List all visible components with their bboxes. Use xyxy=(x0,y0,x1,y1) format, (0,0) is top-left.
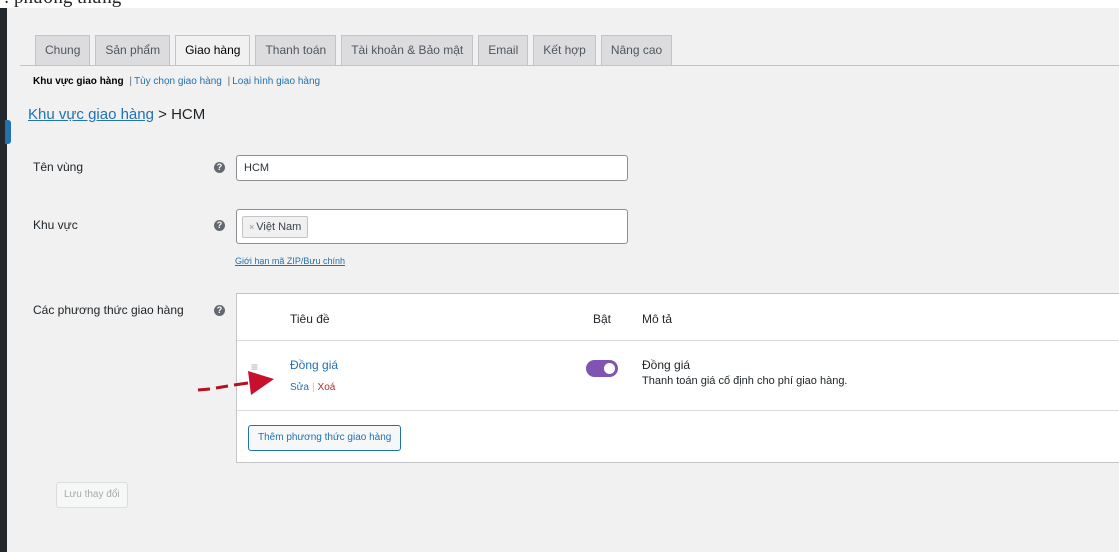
subnav-shipping-classes[interactable]: Loại hình giao hàng xyxy=(232,76,320,87)
header-fragment-text: : phương thưng xyxy=(4,0,121,8)
subnav-shipping-zones[interactable]: Khu vực giao hàng xyxy=(33,76,124,87)
tab-integration[interactable]: Kết hợp xyxy=(533,35,596,65)
breadcrumb-shipping-zones-link[interactable]: Khu vực giao hàng xyxy=(28,106,154,123)
tab-advanced[interactable]: Nâng cao xyxy=(600,35,673,65)
tab-shipping[interactable]: Giao hàng xyxy=(175,35,251,66)
chip-remove-icon[interactable]: × xyxy=(249,222,254,232)
table-row: ≡ Đồng giá Sửa | Xoá Đồng giá Thanh toán g… xyxy=(237,340,1119,411)
zone-region-select[interactable]: × Việt Nam xyxy=(236,209,628,244)
tab-general[interactable]: Chung xyxy=(35,35,91,65)
limit-zip-link[interactable]: Giới hạn mã ZIP/Bưu chính xyxy=(235,256,345,266)
tab-payments[interactable]: Thanh toán xyxy=(255,35,337,65)
zone-name-input[interactable]: HCM xyxy=(236,155,628,181)
subnav-separator: | xyxy=(129,76,132,87)
delete-link[interactable]: Xoá xyxy=(318,382,336,393)
subnav-shipping-options[interactable]: Tùy chọn giao hàng xyxy=(134,76,222,87)
help-icon[interactable]: ? xyxy=(214,220,225,231)
breadcrumb-current: > HCM xyxy=(153,106,206,123)
row-actions-separator: | xyxy=(311,382,315,393)
shipping-methods-label: Các phương thức giao hàng xyxy=(33,303,184,317)
header-fragment: : phương thưng xyxy=(0,0,1119,8)
subnav-separator: | xyxy=(227,76,231,87)
add-shipping-method-button[interactable]: Thêm phương thức giao hàng xyxy=(248,425,402,451)
shipping-methods-table: Tiêu đề Bật Mô tả ≡ Đồng giá Sửa | Xoá Đồn… xyxy=(236,293,1119,463)
method-description-title: Đồng giá xyxy=(642,358,691,372)
settings-tabs: Chung Sản phẩm Giao hàng Thanh toán Tài … xyxy=(35,35,677,66)
method-description-text: Thanh toán giá cố định cho phí giao hàng… xyxy=(642,375,848,387)
save-changes-button[interactable]: Lưu thay đổi xyxy=(56,482,128,508)
row-actions: Sửa | Xoá xyxy=(290,382,335,393)
header-enabled: Bật xyxy=(593,312,612,326)
help-icon[interactable]: ? xyxy=(214,305,225,316)
admin-sidebar-edge xyxy=(0,8,7,552)
table-header: Tiêu đề Bật Mô tả xyxy=(237,294,1119,341)
tab-emails[interactable]: Email xyxy=(478,35,529,65)
zone-name-label: Tên vùng xyxy=(33,160,84,174)
header-title: Tiêu đề xyxy=(290,312,330,326)
red-arrow-annotation-icon xyxy=(197,371,274,395)
toggle-knob xyxy=(604,363,615,374)
region-chip: × Việt Nam xyxy=(242,216,309,238)
region-chip-label: Việt Nam xyxy=(256,221,302,233)
method-title-link[interactable]: Đồng giá xyxy=(290,358,338,372)
tab-products[interactable]: Sản phẩm xyxy=(95,35,171,65)
edit-link[interactable]: Sửa xyxy=(290,382,309,393)
tabs-divider xyxy=(20,65,1119,66)
enabled-toggle[interactable] xyxy=(586,360,618,377)
shipping-subnav: Khu vực giao hàng | Tùy chọn giao hàng | L… xyxy=(33,76,320,87)
admin-sidebar-collapse-handle[interactable] xyxy=(5,120,11,144)
header-description: Mô tả xyxy=(642,312,673,326)
tab-accounts-privacy[interactable]: Tài khoản & Bảo mật xyxy=(341,35,474,65)
help-icon[interactable]: ? xyxy=(214,162,225,173)
zone-region-label: Khu vực xyxy=(33,218,78,232)
breadcrumb: Khu vực giao hàng > HCM xyxy=(28,106,205,123)
